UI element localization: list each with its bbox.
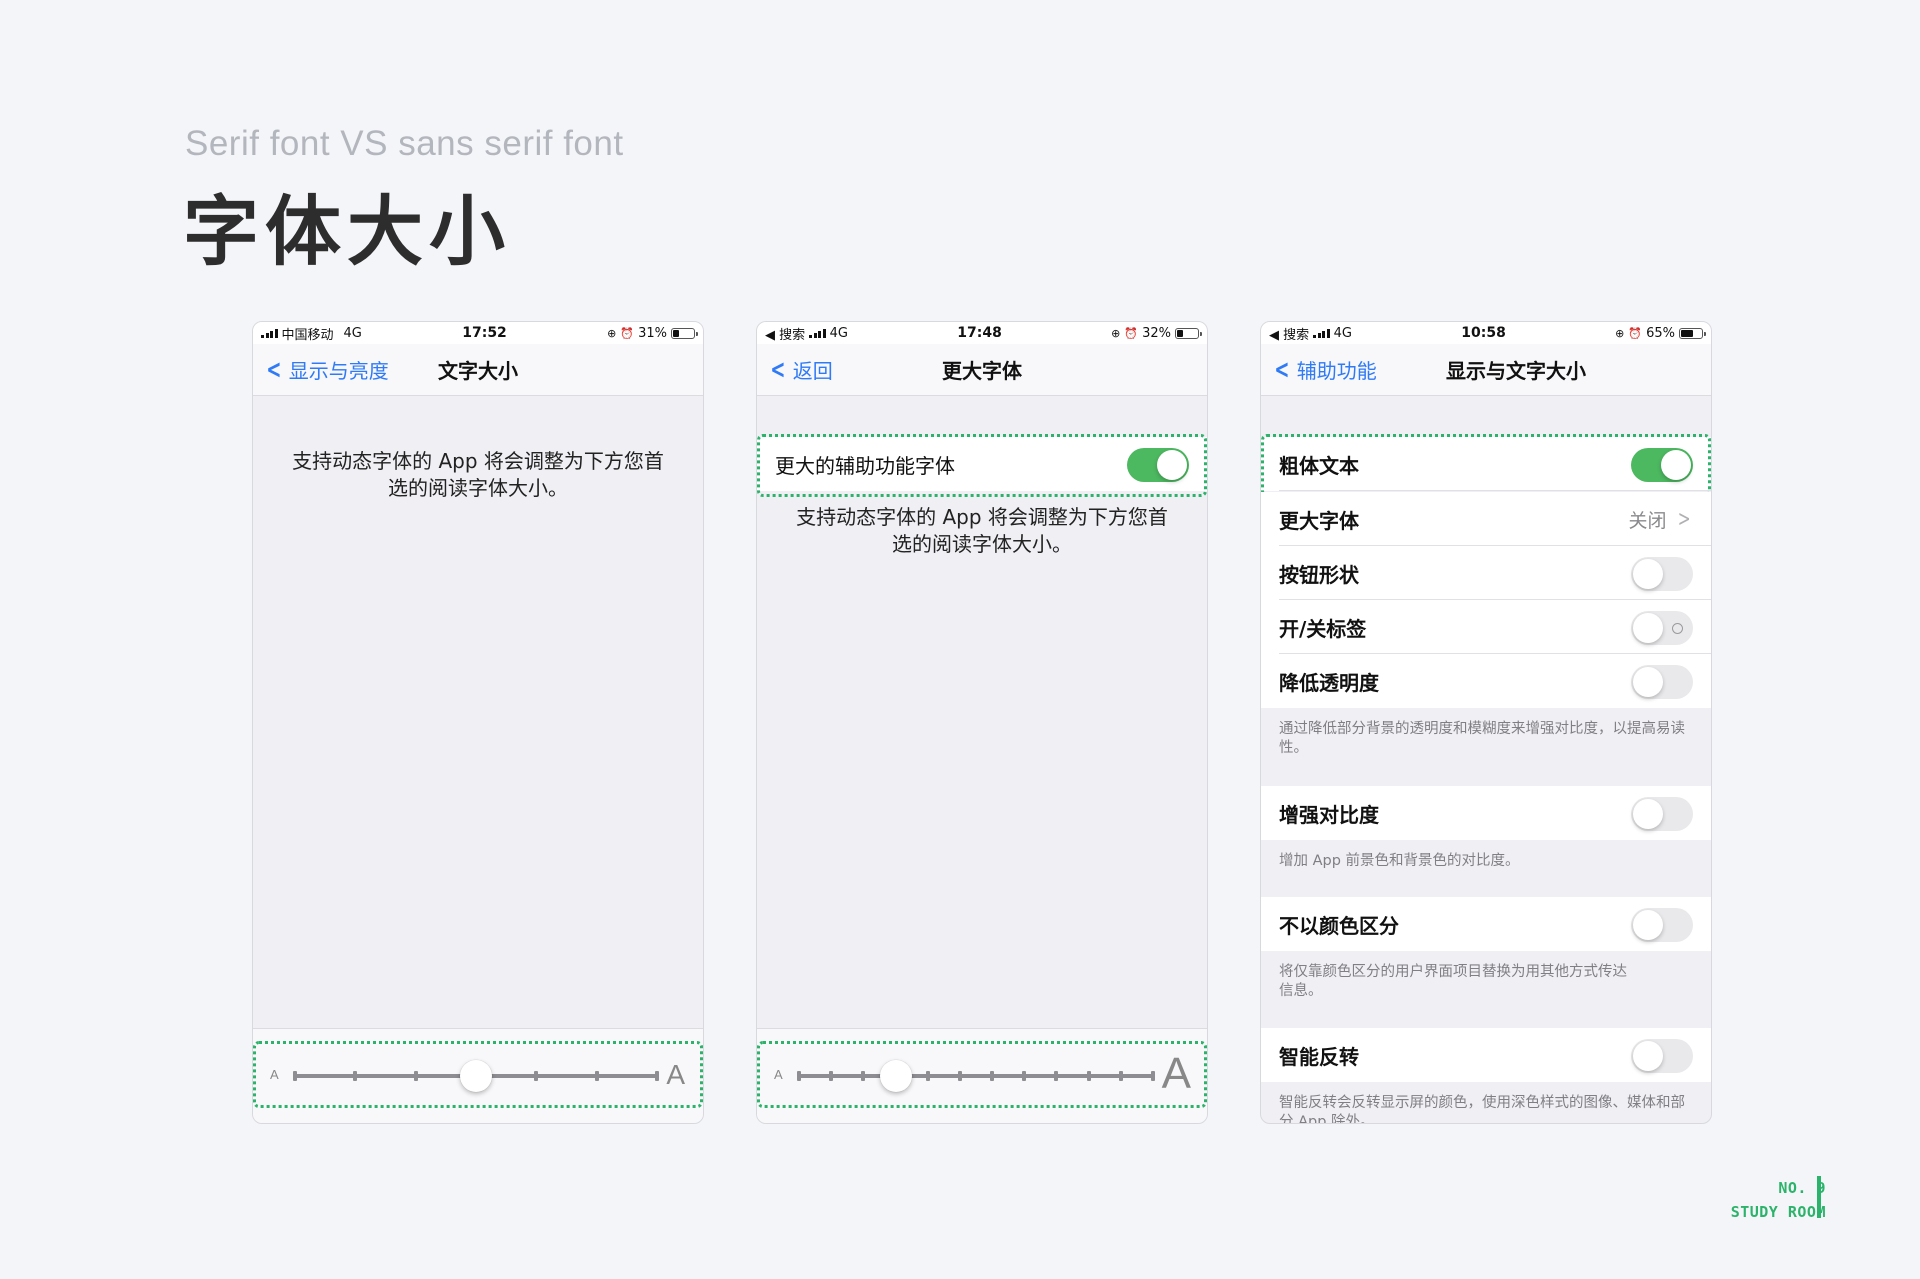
highlight-frame: [1261, 434, 1711, 497]
button-shapes-row[interactable]: 按钮形状: [1261, 546, 1711, 600]
back-label: 返回: [792, 359, 833, 383]
row-label: 不以颜色区分: [1279, 913, 1399, 938]
differentiate-without-color-row[interactable]: 不以颜色区分: [1261, 897, 1711, 951]
battery-percent: 31%: [638, 325, 667, 341]
smart-invert-toggle[interactable]: [1631, 1039, 1693, 1073]
network-label: 4G: [343, 325, 362, 341]
brand-line-1: NO. 9: [1778, 1179, 1826, 1197]
differentiate-without-color-footer: 将仅靠颜色区分的用户界面项目替换为用其他方式传达信息。: [1279, 964, 1627, 999]
navigation-bar: < 返回 更大字体: [757, 344, 1207, 396]
font-size-slider-area: A A: [757, 1028, 1207, 1123]
battery-icon: [1175, 327, 1202, 339]
increase-contrast-toggle[interactable]: [1631, 797, 1693, 831]
back-button[interactable]: < 返回: [767, 355, 833, 384]
font-size-slider-area: A A: [253, 1028, 703, 1123]
chevron-left-icon: <: [770, 354, 786, 385]
nav-title: 显示与文字大小: [1446, 359, 1586, 383]
orientation-lock-icon: ⊕: [607, 326, 617, 340]
highlight-frame: [253, 1041, 703, 1108]
battery-icon: [671, 327, 698, 339]
battery-icon: [1679, 327, 1706, 339]
alarm-icon: ⏰: [1628, 326, 1643, 340]
alarm-icon: ⏰: [620, 326, 635, 340]
description-text: 支持动态字体的 App 将会调整为下方您首选的阅读字体大小。: [796, 505, 1168, 556]
row-label: 降低透明度: [1279, 670, 1379, 695]
row-label: 增强对比度: [1279, 802, 1379, 827]
brand-label: NO. 9 STUDY ROOM: [1731, 1176, 1826, 1224]
page-subtitle: Serif font VS sans serif font: [185, 124, 624, 163]
brand-bar: [1817, 1176, 1821, 1218]
on-off-labels-toggle[interactable]: [1631, 611, 1693, 645]
smart-invert-row[interactable]: 智能反转: [1261, 1028, 1711, 1082]
signal-bars-icon: [1313, 328, 1330, 338]
differentiate-without-color-toggle[interactable]: [1631, 908, 1693, 942]
back-label: 辅助功能: [1296, 359, 1377, 383]
highlight-frame: [757, 1041, 1207, 1108]
increase-contrast-row[interactable]: 增强对比度: [1261, 786, 1711, 840]
increase-contrast-footer: 增加 App 前景色和背景色的对比度。: [1279, 853, 1520, 869]
phone-screen-larger-text: ◀ 搜索 4G 17:48 ⊕ ⏰ 32% < 返回 更大字体 更大的辅助功能字…: [756, 321, 1208, 1124]
back-to-app-label[interactable]: ◀ 搜索: [765, 324, 805, 343]
description-text: 支持动态字体的 App 将会调整为下方您首选的阅读字体大小。: [292, 449, 664, 500]
page-title: 字体大小: [183, 187, 511, 276]
signal-bars-icon: [809, 328, 826, 338]
battery-percent: 65%: [1646, 325, 1675, 341]
orientation-lock-icon: ⊕: [1111, 326, 1121, 340]
row-label: 更大字体: [1279, 508, 1359, 533]
button-shapes-toggle[interactable]: [1631, 557, 1693, 591]
row-label: 开/关标签: [1279, 616, 1367, 641]
back-button[interactable]: < 辅助功能: [1271, 355, 1377, 384]
status-time: 17:52: [462, 325, 507, 341]
highlight-frame: [757, 434, 1207, 497]
row-value: 关闭: [1628, 509, 1667, 532]
alarm-icon: ⏰: [1124, 326, 1139, 340]
reduce-transparency-footer: 通过降低部分背景的透明度和模糊度来增强对比度，以提高易读性。: [1279, 721, 1685, 756]
back-to-app-label[interactable]: ◀ 搜索: [1269, 324, 1309, 343]
status-bar: ◀ 搜索 4G 17:48 ⊕ ⏰ 32%: [757, 322, 1207, 344]
navigation-bar: < 辅助功能 显示与文字大小: [1261, 344, 1711, 396]
on-off-labels-row[interactable]: 开/关标签: [1261, 600, 1711, 654]
network-label: 4G: [1333, 325, 1352, 341]
phone-screen-text-size: 中国移动 4G 17:52 ⊕ ⏰ 31% < 显示与亮度 文字大小 支持动态字…: [252, 321, 704, 1124]
back-label: 显示与亮度: [288, 359, 389, 383]
larger-text-row[interactable]: 更大字体 关闭 >: [1261, 492, 1711, 546]
carrier-label: 中国移动: [281, 327, 334, 343]
battery-percent: 32%: [1142, 325, 1171, 341]
chevron-left-icon: <: [1274, 354, 1290, 385]
chevron-left-icon: <: [266, 354, 282, 385]
row-label: 智能反转: [1279, 1044, 1359, 1069]
orientation-lock-icon: ⊕: [1615, 326, 1625, 340]
row-label: 按钮形状: [1279, 562, 1359, 587]
back-button[interactable]: < 显示与亮度: [263, 355, 389, 384]
signal-bars-icon: [261, 328, 278, 338]
status-time: 17:48: [957, 325, 1002, 341]
status-bar: ◀ 搜索 4G 10:58 ⊕ ⏰ 65%: [1261, 322, 1711, 344]
navigation-bar: < 显示与亮度 文字大小: [253, 344, 703, 396]
status-time: 10:58: [1461, 325, 1506, 341]
brand-line-2: STUDY ROOM: [1730, 1203, 1826, 1221]
network-label: 4G: [829, 325, 848, 341]
reduce-transparency-row[interactable]: 降低透明度: [1261, 654, 1711, 708]
reduce-transparency-toggle[interactable]: [1631, 665, 1693, 699]
status-bar: 中国移动 4G 17:52 ⊕ ⏰ 31%: [253, 322, 703, 344]
smart-invert-footer: 智能反转会反转显示屏的颜色，使用深色样式的图像、媒体和部分 App 除外。: [1279, 1095, 1685, 1124]
chevron-right-icon: >: [1677, 506, 1691, 532]
phone-screen-display-text-size: ◀ 搜索 4G 10:58 ⊕ ⏰ 65% < 辅助功能 显示与文字大小 粗体文…: [1260, 321, 1712, 1124]
